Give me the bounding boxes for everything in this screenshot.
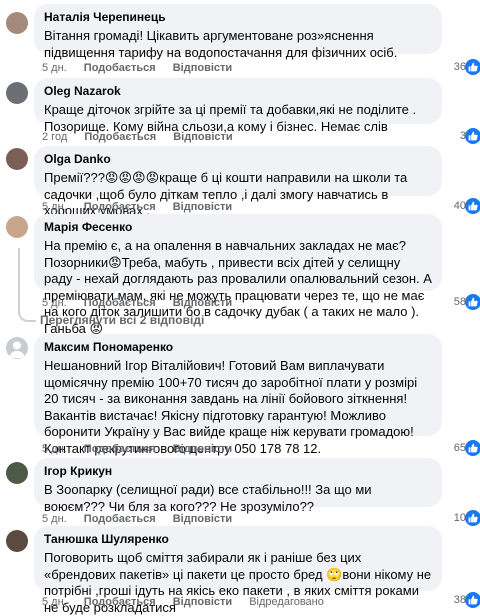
comment-author[interactable]: Ігор Крикун — [44, 464, 432, 479]
comment-author[interactable]: Танюшка Шуляренко — [44, 532, 432, 547]
reply-button[interactable]: Відповісти — [173, 596, 232, 608]
replies-connector — [18, 300, 36, 322]
comment-time[interactable]: 2 год — [42, 131, 67, 143]
like-icon — [465, 294, 480, 310]
comment-actions: 5 дн. Подобається Відповісти — [42, 443, 246, 455]
comment-time[interactable]: 5 дн. — [42, 443, 67, 455]
comment-text: Нешановний Ігор Віталійович! Готовий Вам… — [44, 358, 418, 473]
comments-list: Наталія Черепинець Вітання громаді! Ціка… — [0, 0, 480, 615]
like-button[interactable]: Подобається — [84, 297, 156, 309]
comment-text: В Зоопарку (селищної ради) все стабільно… — [44, 482, 376, 514]
avatar[interactable] — [6, 148, 28, 170]
like-icon — [465, 198, 480, 214]
like-button[interactable]: Подобається — [84, 201, 156, 213]
comment-bubble: Olga Danko Премії???😡😡😡😡краще б ці кошти… — [34, 146, 442, 218]
avatar[interactable] — [6, 337, 28, 359]
comment-bubble: Танюшка Шуляренко Поговорить щоб сміття … — [34, 526, 442, 615]
reply-button[interactable]: Відповісти — [173, 443, 232, 455]
comment-bubble: Максим Пономаренко Нешановний Ігор Вітал… — [34, 334, 442, 473]
comment-author[interactable]: Oleg Nazarok — [44, 84, 432, 99]
comment-author[interactable]: Olga Danko — [44, 152, 432, 167]
like-icon — [465, 440, 480, 456]
reply-button[interactable]: Відповісти — [173, 131, 232, 143]
comment-bubble: Oleg Nazarok Краще діточок згрійте за ці… — [34, 78, 442, 134]
like-button[interactable]: Подобається — [84, 443, 156, 455]
like-button[interactable]: Подобається — [84, 131, 156, 143]
avatar[interactable] — [6, 216, 28, 238]
edited-label: Відредаговано — [249, 596, 324, 608]
comment-bubble: Ігор Крикун В Зоопарку (селищної ради) в… — [34, 458, 442, 514]
reaction-count[interactable]: 38 — [442, 591, 480, 611]
like-button[interactable]: Подобається — [84, 596, 156, 608]
comment-actions: 5 дн. Подобається Відповісти — [42, 201, 246, 213]
comment-author[interactable]: Марія Фесенко — [44, 220, 432, 235]
reply-button[interactable]: Відповісти — [173, 513, 232, 525]
comment-actions: 2 год Подобається Відповісти — [42, 131, 247, 143]
reaction-count[interactable]: 58 — [442, 293, 480, 313]
view-replies-link[interactable]: Переглянути всі 2 відповіді — [40, 313, 204, 327]
reply-button[interactable]: Відповісти — [173, 297, 232, 309]
comment-actions: 5 дн. Подобається Відповісти — [42, 62, 246, 74]
reply-button[interactable]: Відповісти — [173, 201, 232, 213]
comment-time[interactable]: 5 дн. — [42, 62, 67, 74]
avatar[interactable] — [6, 12, 28, 34]
comment-actions: 5 дн. Подобається Відповісти Відредагова… — [42, 596, 338, 608]
like-icon — [465, 59, 480, 75]
avatar[interactable] — [6, 462, 28, 484]
comment-text: Вітання громаді! Цікавить аргументоване … — [44, 28, 398, 60]
comment-time[interactable]: 5 дн. — [42, 596, 67, 608]
avatar[interactable] — [6, 82, 28, 104]
reaction-count[interactable]: 3 — [442, 127, 480, 147]
comment-author[interactable]: Наталія Черепинець — [44, 10, 432, 25]
thread-line — [18, 248, 20, 302]
comment-bubble: Наталія Черепинець Вітання громаді! Ціка… — [34, 4, 442, 60]
reaction-count[interactable]: 10 — [442, 509, 480, 529]
reaction-count[interactable]: 40 — [442, 197, 480, 217]
reaction-count[interactable]: 65 — [442, 439, 480, 459]
comment-time[interactable]: 5 дн. — [42, 297, 67, 309]
default-avatar-icon — [9, 341, 25, 358]
comment-actions: 5 дн. Подобається Відповісти — [42, 513, 246, 525]
comment-bubble: Марія Фесенко На премію є, а на опалення… — [34, 214, 442, 336]
comment-actions: 5 дн. Подобається Відповісти — [42, 297, 246, 309]
comment-author[interactable]: Максим Пономаренко — [44, 340, 432, 355]
reaction-count[interactable]: 36 — [442, 58, 480, 78]
like-button[interactable]: Подобається — [84, 62, 156, 74]
comment-time[interactable]: 5 дн. — [42, 201, 67, 213]
like-icon — [465, 510, 480, 526]
reply-button[interactable]: Відповісти — [173, 62, 232, 74]
avatar[interactable] — [6, 530, 28, 552]
like-icon — [465, 592, 480, 608]
comment-time[interactable]: 5 дн. — [42, 513, 67, 525]
like-icon — [465, 128, 480, 144]
like-button[interactable]: Подобається — [84, 513, 156, 525]
